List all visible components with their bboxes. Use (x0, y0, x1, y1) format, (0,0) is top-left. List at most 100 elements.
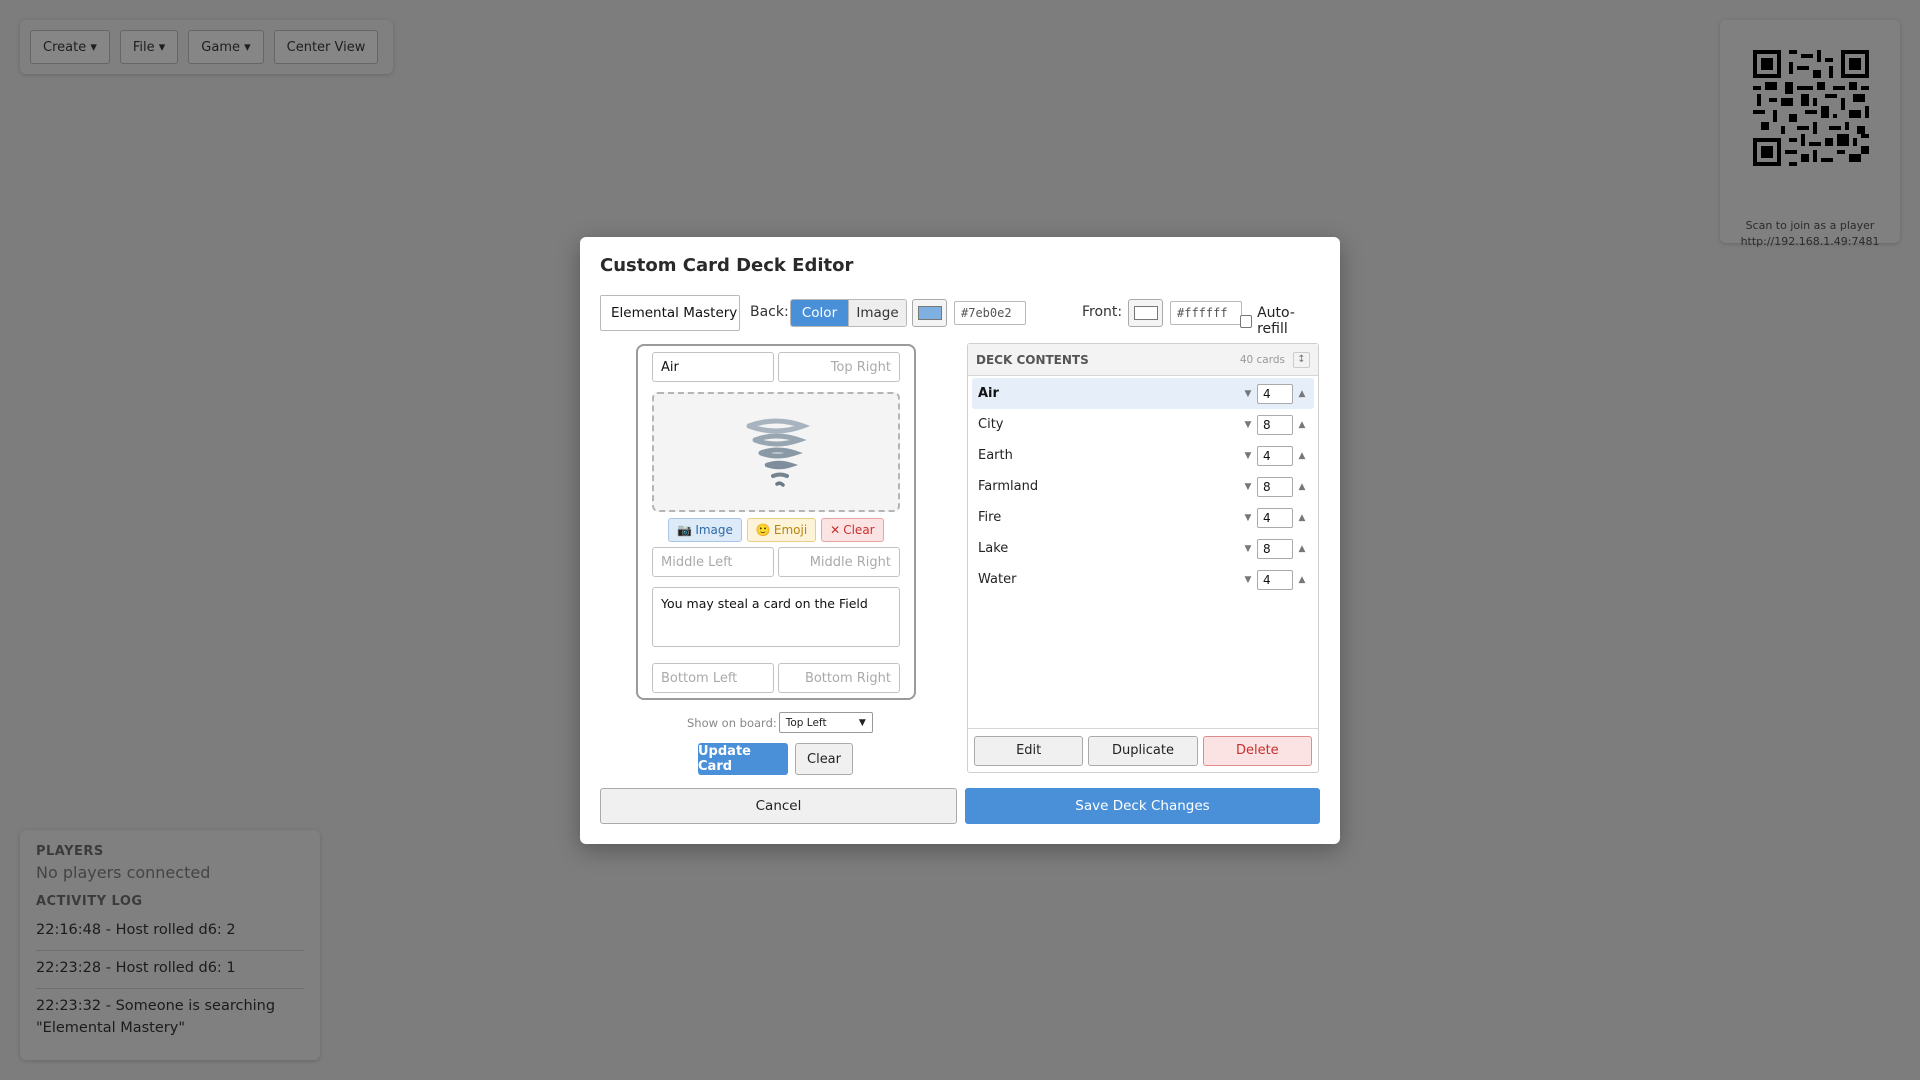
increment-icon[interactable]: ▲ (1296, 544, 1308, 554)
front-color-picker[interactable] (1128, 299, 1163, 327)
deck-name-input[interactable]: Elemental Mastery (600, 295, 740, 331)
card-emoji-button[interactable]: 🙂 Emoji (746, 518, 817, 542)
deck-card-row[interactable]: Farmland ▼ 8 ▲ (972, 471, 1314, 502)
deck-card-row[interactable]: Fire ▼ 4 ▲ (972, 502, 1314, 533)
decrement-icon[interactable]: ▼ (1242, 513, 1254, 523)
deck-card-name: Lake (978, 541, 1009, 556)
card-emoji-button-label: Emoji (773, 523, 808, 537)
middle-left-field[interactable]: Middle Left (652, 547, 774, 577)
increment-icon[interactable]: ▲ (1296, 513, 1308, 523)
deck-card-row[interactable]: Water ▼ 4 ▲ (972, 564, 1314, 595)
bottom-left-field[interactable]: Bottom Left (652, 663, 774, 693)
increment-icon[interactable]: ▲ (1296, 575, 1308, 585)
card-quantity-input[interactable]: 4 (1257, 445, 1293, 466)
bottom-right-field[interactable]: Bottom Right (778, 663, 900, 693)
top-right-field[interactable]: Top Right (778, 352, 900, 382)
card-image-area[interactable] (652, 392, 900, 512)
players-activity-panel: PLAYERS No players connected ACTIVITY LO… (20, 830, 320, 1060)
update-card-button[interactable]: Update Card (698, 743, 788, 775)
main-toolbar: Create ▾ File ▾ Game ▾ Center View (20, 20, 393, 74)
deck-settings-row: Elemental Mastery Back: Color Image #7eb… (600, 295, 1320, 337)
back-mode-toggle: Color Image (790, 299, 907, 327)
modal-title: Custom Card Deck Editor (600, 255, 854, 276)
card-quantity-input[interactable]: 4 (1257, 507, 1293, 528)
edit-card-button[interactable]: Edit (974, 735, 1084, 766)
decrement-icon[interactable]: ▼ (1242, 420, 1254, 430)
qr-code-icon (1753, 50, 1869, 166)
card-quantity-input[interactable]: 8 (1257, 476, 1293, 497)
auto-refill-toggle[interactable]: Auto-refill (1240, 305, 1320, 337)
deck-card-list: Air ▼ 4 ▲ City ▼ 8 ▲ Earth ▼ 4 ▲ Farmland ▼ 8 ▲ Fire ▼ 4 ▲ L… (968, 376, 1318, 597)
cancel-button[interactable]: Cancel (600, 788, 957, 824)
chevron-down-icon: ▼ (858, 717, 866, 728)
increment-icon[interactable]: ▲ (1296, 482, 1308, 492)
back-label: Back: (750, 304, 789, 320)
deck-card-name: Farmland (978, 479, 1039, 494)
file-menu-button[interactable]: File ▾ (119, 30, 179, 64)
log-entry: 22:16:48 - Host rolled d6: 2 (36, 913, 304, 951)
show-on-board-label: Show on board: (687, 715, 777, 730)
duplicate-card-button[interactable]: Duplicate (1088, 735, 1198, 766)
decrement-icon[interactable]: ▼ (1242, 544, 1254, 554)
show-on-board-value: Top Left (785, 716, 827, 729)
deck-card-name: Earth (978, 448, 1013, 463)
card-image-clear-button[interactable]: ✕ Clear (821, 518, 884, 542)
decrement-icon[interactable]: ▼ (1242, 389, 1254, 399)
players-heading: PLAYERS (36, 844, 104, 859)
card-quantity-input[interactable]: 8 (1257, 414, 1293, 435)
smiley-icon: 🙂 (755, 523, 771, 537)
front-color-hex-input[interactable]: #ffffff (1170, 301, 1242, 325)
card-image-clear-label: Clear (843, 523, 875, 537)
deck-card-row[interactable]: Air ▼ 4 ▲ (972, 378, 1314, 409)
middle-right-field[interactable]: Middle Right (778, 547, 900, 577)
show-on-board-row: Show on board: Top Left ▼ (687, 712, 873, 733)
increment-icon[interactable]: ▲ (1296, 451, 1308, 461)
card-image-button[interactable]: 📷 Image (668, 518, 742, 542)
players-status: No players connected (36, 863, 211, 882)
join-qr-panel: Scan to join as a player http://192.168.… (1720, 20, 1900, 248)
back-color-picker[interactable] (912, 299, 947, 327)
top-left-field[interactable]: Air (652, 352, 774, 382)
clear-card-button[interactable]: Clear (795, 743, 853, 775)
activity-log-heading: ACTIVITY LOG (36, 894, 143, 909)
card-editor: Air Top Right 📷 Image 🙂 Emoji ✕ Clear Mi… (636, 344, 916, 700)
game-menu-button[interactable]: Game ▾ (188, 30, 264, 64)
decrement-icon[interactable]: ▼ (1242, 575, 1254, 585)
tornado-icon (746, 418, 811, 487)
x-icon: ✕ (830, 523, 841, 537)
center-view-button[interactable]: Center View (273, 30, 379, 64)
create-menu-button[interactable]: Create ▾ (30, 30, 110, 64)
deck-card-row[interactable]: Lake ▼ 8 ▲ (972, 533, 1314, 564)
log-entry: 22:23:32 - Someone is searching "Element… (36, 998, 276, 1036)
deck-card-name: City (978, 417, 1004, 432)
card-quantity-input[interactable]: 4 (1257, 569, 1293, 590)
deck-card-row[interactable]: Earth ▼ 4 ▲ (972, 440, 1314, 471)
deck-card-row[interactable]: City ▼ 8 ▲ (972, 409, 1314, 440)
save-deck-button[interactable]: Save Deck Changes (965, 788, 1320, 824)
card-quantity-input[interactable]: 4 (1257, 383, 1293, 404)
decrement-icon[interactable]: ▼ (1242, 451, 1254, 461)
card-image-actions: 📷 Image 🙂 Emoji ✕ Clear (638, 518, 914, 542)
back-mode-image[interactable]: Image (848, 300, 906, 326)
sort-icon[interactable]: ↕ (1293, 351, 1310, 368)
deck-contents-panel: DECK CONTENTS 40 cards ↕ Air ▼ 4 ▲ City ▼ 8 ▲ Ea… (967, 343, 1319, 773)
card-quantity-input[interactable]: 8 (1257, 538, 1293, 559)
auto-refill-label: Auto-refill (1257, 305, 1295, 337)
delete-card-button[interactable]: Delete (1202, 735, 1312, 766)
back-mode-color[interactable]: Color (791, 300, 848, 326)
deck-card-name: Fire (978, 510, 1002, 525)
back-color-hex-input[interactable]: #7eb0e2 (954, 301, 1026, 325)
card-image-button-label: Image (695, 523, 733, 537)
back-color-swatch (917, 306, 942, 320)
deck-actions: Edit Duplicate Delete (968, 728, 1318, 772)
deck-card-name: Air (978, 386, 999, 401)
increment-icon[interactable]: ▲ (1296, 389, 1308, 399)
increment-icon[interactable]: ▲ (1296, 420, 1308, 430)
show-on-board-select[interactable]: Top Left ▼ (778, 712, 873, 733)
auto-refill-checkbox[interactable] (1240, 314, 1253, 328)
decrement-icon[interactable]: ▼ (1242, 482, 1254, 492)
front-color-swatch (1133, 306, 1158, 320)
card-description-textarea[interactable]: You may steal a card on the Field (652, 587, 900, 647)
log-entry: 22:23:28 - Host rolled d6: 1 (36, 951, 304, 989)
deck-editor-modal: Custom Card Deck Editor Elemental Master… (580, 237, 1340, 844)
